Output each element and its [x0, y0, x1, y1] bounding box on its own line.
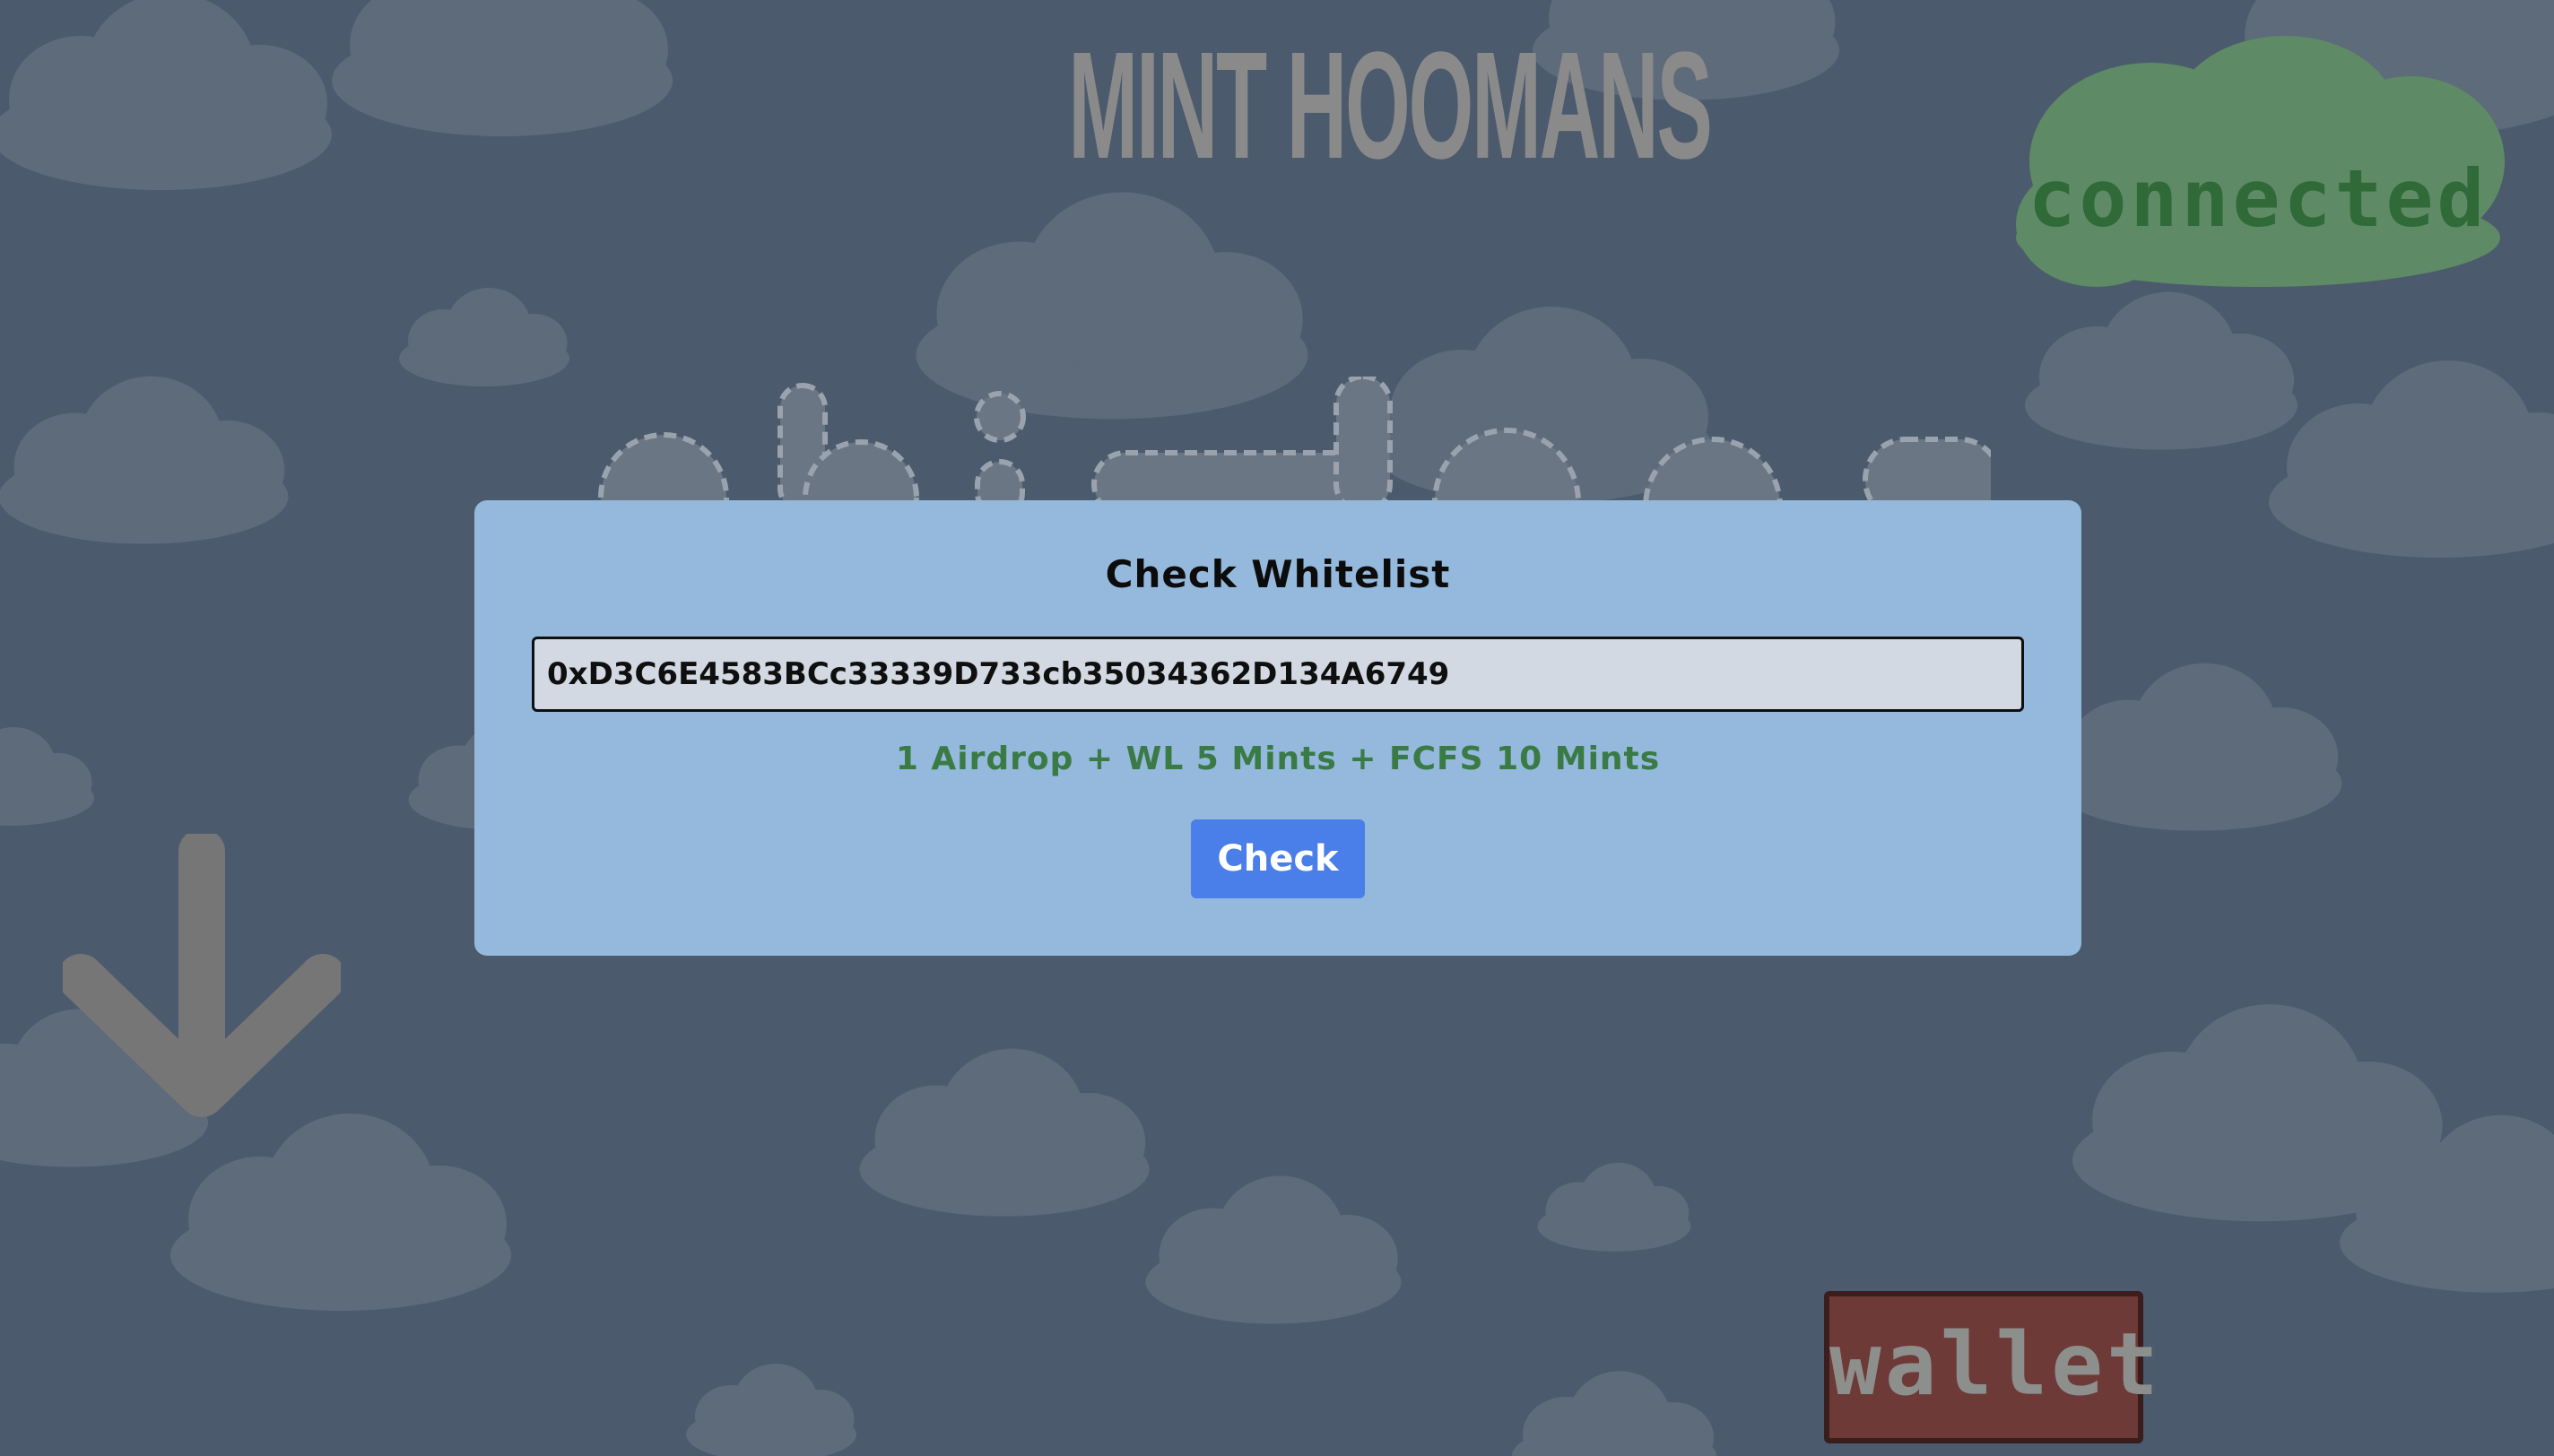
wallet-address-input[interactable] — [532, 637, 2024, 712]
wallet-button[interactable]: wallet — [1824, 1291, 2162, 1443]
background-scene: MINT HOOMANS connected wallet Check Whit… — [0, 0, 2554, 1456]
modal-title: Check Whitelist — [1105, 552, 1451, 596]
wallet-label: wallet — [1829, 1314, 2162, 1415]
brand-wordmark-peek — [598, 377, 1991, 502]
check-button[interactable]: Check — [1191, 819, 1365, 898]
check-whitelist-modal: Check Whitelist 1 Airdrop + WL 5 Mints +… — [474, 500, 2081, 956]
connected-label: connected — [2028, 152, 2489, 245]
page-title: MINT HOOMANS — [1068, 21, 1713, 191]
arrow-down-icon — [63, 834, 341, 1117]
whitelist-result-text: 1 Airdrop + WL 5 Mints + FCFS 10 Mints — [895, 741, 1661, 777]
connected-status-badge[interactable]: connected — [2016, 36, 2509, 296]
